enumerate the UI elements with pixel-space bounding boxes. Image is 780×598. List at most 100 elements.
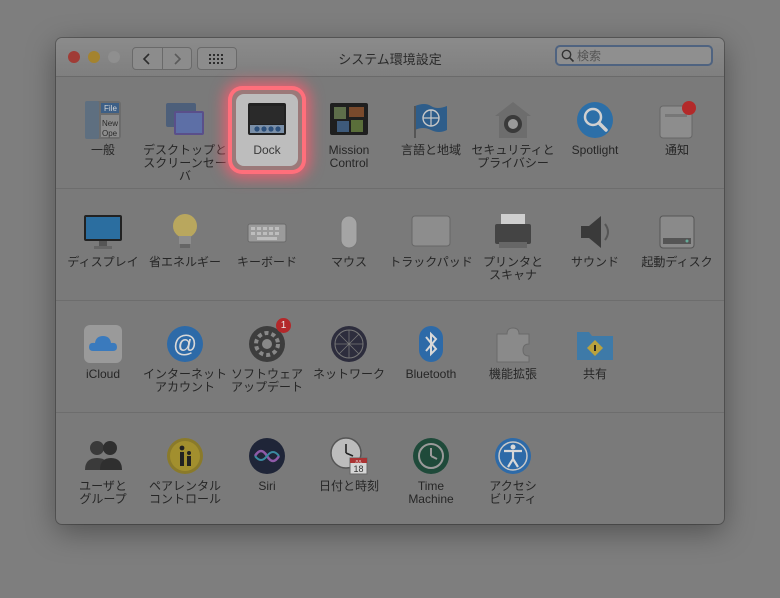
clock-calendar-icon: JUL 18 — [329, 436, 369, 476]
pref-pane-sound[interactable]: サウンド — [554, 212, 636, 312]
pref-pane-startup-disk[interactable]: 起動ディスク — [636, 212, 718, 312]
pref-pane-siri[interactable]: Siri — [226, 436, 308, 524]
lightbulb-icon — [165, 212, 205, 252]
pref-pane-label: ペアレンタル コントロール — [148, 479, 221, 506]
calendar-day: 18 — [353, 464, 363, 474]
search-field[interactable] — [555, 45, 713, 66]
svg-text:New: New — [102, 119, 118, 128]
pref-pane-label: プリンタと スキャナ — [482, 255, 543, 282]
pref-pane-trackpad[interactable]: トラックパッド — [389, 212, 473, 312]
pref-pane-desktop-screensaver[interactable]: デスクトップと スクリーンセーバ — [143, 100, 227, 200]
close-button[interactable] — [68, 51, 80, 63]
pref-pane-displays[interactable]: ディスプレイ — [62, 212, 144, 312]
pref-pane-mission-control[interactable]: Mission Control — [308, 100, 390, 200]
pref-pane-label: デスクトップと スクリーンセーバ — [142, 143, 227, 183]
pref-pane-date-time[interactable]: JUL 18 日付と時刻 — [308, 436, 390, 524]
siri-icon — [247, 436, 287, 476]
minimize-button[interactable] — [88, 51, 100, 63]
pref-pane-label: 日付と時刻 — [318, 479, 379, 493]
pref-pane-label: Siri — [258, 479, 276, 493]
pane-row: File New Ope 一般 デスクトップと スクリーンセーバ Dock Mission … — [56, 76, 724, 188]
pref-pane-label: Spotlight — [571, 143, 619, 157]
pref-pane-label: Dock — [253, 143, 281, 157]
titlebar: システム環境設定 — [56, 38, 724, 77]
pane-row: ディスプレイ 省エネルギー キーボード マウス トラックパッド プリンタと スキャナ サウン… — [56, 188, 724, 300]
house-lock-icon — [493, 100, 533, 140]
pref-pane-spotlight[interactable]: Spotlight — [554, 100, 636, 200]
svg-text:File: File — [104, 104, 117, 113]
pane-row: ユーザと グループ ペアレンタル コントロール Siri JUL 18 日付と時刻 Time… — [56, 412, 724, 524]
search-input[interactable] — [575, 48, 707, 63]
svg-text:Ope: Ope — [102, 129, 118, 138]
pref-pane-language-region[interactable]: 言語と地域 — [390, 100, 472, 200]
desktop-screensaver-icon — [165, 100, 205, 140]
speaker-icon — [575, 212, 615, 252]
show-all-button[interactable] — [197, 47, 237, 70]
pref-pane-label: ソフトウェア アップデート — [230, 367, 303, 394]
at-sign-icon: @ — [165, 324, 205, 364]
magnifier-icon — [575, 100, 615, 140]
pref-pane-mouse[interactable]: マウス — [308, 212, 390, 312]
svg-text:@: @ — [173, 331, 197, 358]
network-globe-icon — [329, 324, 369, 364]
pref-pane-users-groups[interactable]: ユーザと グループ — [62, 436, 144, 524]
forward-button[interactable] — [161, 48, 192, 69]
pref-pane-label: ディスプレイ — [67, 255, 139, 269]
pref-pane-security-privacy[interactable]: セキュリティと プライバシー — [471, 100, 555, 200]
nav-buttons — [132, 47, 192, 70]
pref-pane-sharing[interactable]: 共有 — [554, 324, 636, 424]
pref-pane-label: Mission Control — [328, 143, 370, 170]
pane-row: iCloud @ インターネット アカウント 1 ソフトウェア アップデート ネットワーク… — [56, 300, 724, 412]
printer-icon — [493, 212, 533, 252]
pref-pane-notifications[interactable]: 通知 — [636, 100, 718, 200]
parental-icon — [165, 436, 205, 476]
shared-folder-icon — [575, 324, 615, 364]
accessibility-icon — [493, 436, 533, 476]
pref-pane-bluetooth[interactable]: Bluetooth — [390, 324, 472, 424]
pref-pane-label: ユーザと グループ — [79, 479, 127, 506]
zoom-button[interactable] — [108, 51, 120, 63]
pref-pane-label: トラックパッド — [389, 255, 473, 269]
calendar-month: JUL — [355, 458, 363, 463]
pref-pane-label: キーボード — [236, 255, 297, 269]
pref-pane-internet-accounts[interactable]: @ インターネット アカウント — [143, 324, 227, 424]
pref-pane-network[interactable]: ネットワーク — [308, 324, 390, 424]
pref-pane-label: ネットワーク — [312, 367, 385, 381]
pref-pane-extensions[interactable]: 機能拡張 — [472, 324, 554, 424]
pref-pane-label: 機能拡張 — [488, 367, 537, 381]
back-button[interactable] — [133, 48, 162, 69]
dock-icon — [247, 100, 287, 140]
users-icon — [83, 436, 123, 476]
pref-pane-dock[interactable]: Dock — [226, 90, 308, 200]
pref-pane-software-update[interactable]: 1 ソフトウェア アップデート — [226, 318, 308, 424]
pref-pane-time-machine[interactable]: Time Machine — [390, 436, 472, 524]
bluetooth-icon — [411, 324, 451, 364]
notifications-icon — [657, 100, 697, 140]
pref-pane-icloud[interactable]: iCloud — [62, 324, 144, 424]
search-icon — [561, 49, 575, 62]
trackpad-icon — [411, 212, 451, 252]
pref-pane-label: 通知 — [664, 143, 689, 157]
chevron-right-icon — [174, 52, 181, 65]
pref-pane-label: 言語と地域 — [400, 143, 461, 157]
time-machine-icon — [411, 436, 451, 476]
pref-pane-label: インターネット アカウント — [142, 367, 227, 394]
cloud-icon — [83, 324, 123, 364]
pref-pane-label: 一般 — [90, 143, 115, 157]
puzzle-icon — [493, 324, 533, 364]
pref-pane-energy-saver[interactable]: 省エネルギー — [144, 212, 226, 312]
pref-pane-parental-controls[interactable]: ペアレンタル コントロール — [144, 436, 226, 524]
mouse-icon — [329, 212, 369, 252]
pref-pane-label: 起動ディスク — [641, 255, 713, 269]
pref-pane-general[interactable]: File New Ope 一般 — [62, 100, 144, 200]
grid-icon — [209, 53, 223, 64]
general-icon: File New Ope — [83, 100, 123, 140]
pref-pane-label: サウンド — [570, 255, 619, 269]
pref-pane-printers-scanners[interactable]: プリンタと スキャナ — [472, 212, 554, 312]
pref-pane-keyboard[interactable]: キーボード — [226, 212, 308, 312]
flag-globe-icon — [411, 100, 451, 140]
pref-pane-accessibility[interactable]: アクセシ ビリティ — [472, 436, 554, 524]
pref-pane-label: Time Machine — [408, 479, 454, 506]
pref-pane-label: セキュリティと プライバシー — [471, 143, 555, 170]
system-preferences-window: システム環境設定 File NewOpe 一般 デスクトップと スクリーンセーバ Doc… — [56, 38, 724, 524]
